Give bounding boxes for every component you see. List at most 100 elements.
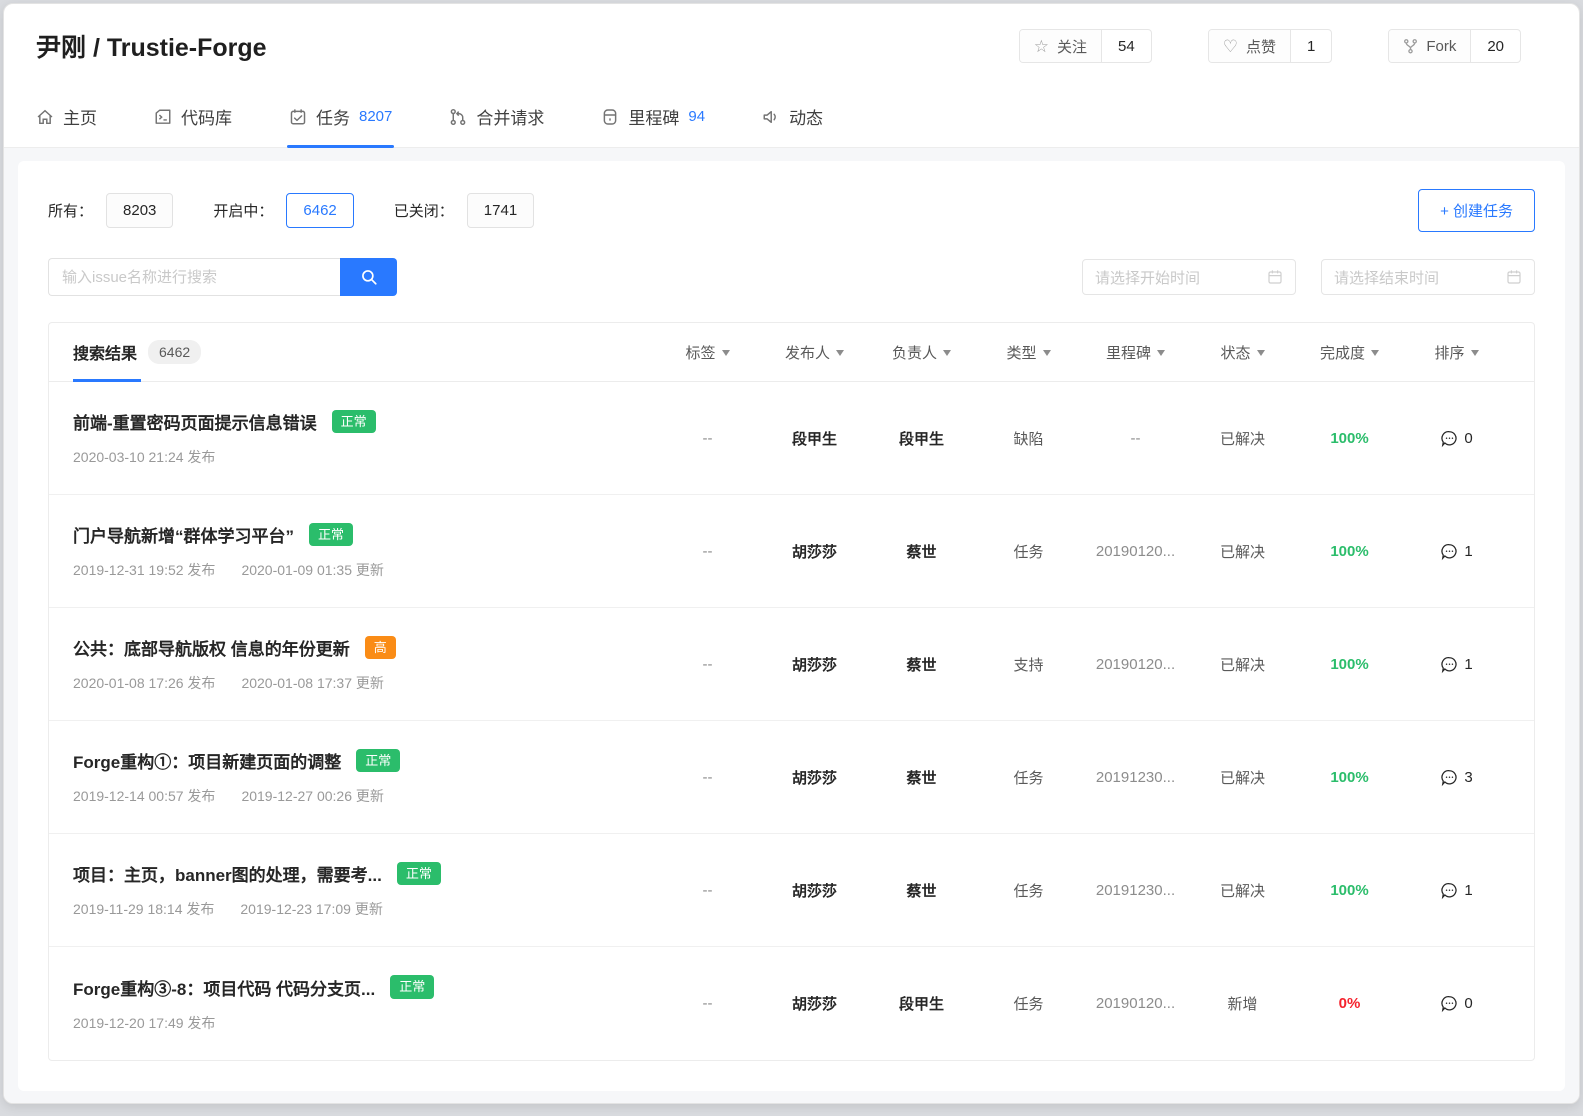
tab-repository[interactable]: 代码库 bbox=[154, 104, 232, 147]
create-task-button[interactable]: + 创建任务 bbox=[1418, 189, 1535, 232]
activity-icon bbox=[762, 108, 780, 126]
filter-open-count[interactable]: 6462 bbox=[286, 193, 353, 228]
column-headers: 标签 发布人 负责人 类型 里程碑 状态 完成度 排序 bbox=[654, 342, 1510, 363]
caret-down-icon bbox=[1043, 350, 1051, 356]
project-card: 尹刚 / Trustie-Forge ☆ 关注 54 ♡ 点赞 1 bbox=[3, 3, 1580, 1104]
cell-comments[interactable]: 1 bbox=[1403, 541, 1510, 562]
cell-publisher[interactable]: 胡莎莎 bbox=[761, 541, 868, 562]
tab-merge-requests-label: 合并请求 bbox=[476, 104, 544, 129]
star-icon: ☆ bbox=[1034, 38, 1049, 55]
filter-all-count[interactable]: 8203 bbox=[106, 193, 173, 228]
cell-assignee[interactable]: 蔡世 bbox=[868, 767, 975, 788]
column-status[interactable]: 状态 bbox=[1189, 342, 1296, 363]
page-title: 尹刚 / Trustie-Forge bbox=[36, 28, 267, 64]
column-tag[interactable]: 标签 bbox=[654, 342, 761, 363]
table-row: 项目：主页，banner图的处理，需要考... 正常 2019-11-29 18… bbox=[49, 834, 1534, 947]
start-date-picker[interactable]: 请选择开始时间 bbox=[1082, 259, 1296, 295]
cell-assignee[interactable]: 蔡世 bbox=[868, 880, 975, 901]
repo-icon bbox=[154, 108, 172, 126]
cell-tag: -- bbox=[654, 654, 761, 675]
cell-publisher[interactable]: 胡莎莎 bbox=[761, 654, 868, 675]
tab-tasks[interactable]: 任务 8207 bbox=[289, 104, 392, 147]
watch-label: 关注 bbox=[1057, 36, 1087, 57]
table-row: Forge重构①：项目新建页面的调整 正常 2019-12-14 00:57 发… bbox=[49, 721, 1534, 834]
like-count[interactable]: 1 bbox=[1290, 30, 1331, 62]
tab-repository-label: 代码库 bbox=[181, 104, 232, 129]
column-assignee[interactable]: 负责人 bbox=[868, 342, 975, 363]
cell-status: 新增 bbox=[1189, 993, 1296, 1014]
cell-assignee[interactable]: 段甲生 bbox=[868, 993, 975, 1014]
watch-count[interactable]: 54 bbox=[1101, 30, 1151, 62]
calendar-icon bbox=[1506, 269, 1522, 285]
column-progress[interactable]: 完成度 bbox=[1296, 342, 1403, 363]
cell-milestone: 20190120... bbox=[1082, 993, 1189, 1014]
cell-comments[interactable]: 1 bbox=[1403, 880, 1510, 901]
cell-tag: -- bbox=[654, 993, 761, 1014]
status-badge: 高 bbox=[365, 636, 396, 660]
published-date: 2019-12-20 17:49 发布 bbox=[73, 1013, 215, 1033]
cell-milestone: 20190120... bbox=[1082, 654, 1189, 675]
tab-milestones-label: 里程碑 bbox=[628, 104, 679, 129]
table-row: Forge重构③-8：项目代码 代码分支页... 正常 2019-12-20 1… bbox=[49, 947, 1534, 1060]
cell-assignee[interactable]: 蔡世 bbox=[868, 541, 975, 562]
cell-comments[interactable]: 3 bbox=[1403, 767, 1510, 788]
watch-label-segment[interactable]: ☆ 关注 bbox=[1020, 30, 1101, 62]
cell-publisher[interactable]: 段甲生 bbox=[761, 428, 868, 449]
issue-title[interactable]: 项目：主页，banner图的处理，需要考... bbox=[73, 861, 382, 886]
issue-title[interactable]: Forge重构①：项目新建页面的调整 bbox=[73, 748, 341, 773]
tab-activity[interactable]: 动态 bbox=[762, 104, 823, 147]
cell-milestone: 20191230... bbox=[1082, 880, 1189, 901]
column-publisher[interactable]: 发布人 bbox=[761, 342, 868, 363]
tab-home-label: 主页 bbox=[63, 104, 97, 129]
search-button[interactable] bbox=[340, 258, 397, 296]
comment-count: 1 bbox=[1464, 656, 1472, 673]
end-date-picker[interactable]: 请选择结束时间 bbox=[1321, 259, 1535, 295]
column-milestone[interactable]: 里程碑 bbox=[1082, 342, 1189, 363]
cell-publisher[interactable]: 胡莎莎 bbox=[761, 993, 868, 1014]
issue-title[interactable]: 门户导航新增“群体学习平台” bbox=[73, 522, 294, 547]
cell-comments[interactable]: 0 bbox=[1403, 428, 1510, 449]
fork-button[interactable]: Fork 20 bbox=[1388, 29, 1521, 63]
comment-icon bbox=[1440, 881, 1459, 900]
fork-count[interactable]: 20 bbox=[1470, 30, 1520, 62]
published-date: 2019-12-31 19:52 发布 bbox=[73, 560, 215, 580]
issue-title[interactable]: 公共：底部导航版权 信息的年份更新 bbox=[73, 635, 350, 660]
like-label-segment[interactable]: ♡ 点赞 bbox=[1209, 30, 1290, 62]
cell-type: 任务 bbox=[975, 541, 1082, 562]
tab-tasks-label: 任务 bbox=[316, 104, 350, 129]
tab-home[interactable]: 主页 bbox=[36, 104, 97, 147]
updated-date: 2020-01-09 01:35 更新 bbox=[241, 560, 383, 580]
cell-comments[interactable]: 0 bbox=[1403, 993, 1510, 1014]
issue-title[interactable]: 前端-重置密码页面提示信息错误 bbox=[73, 409, 317, 434]
caret-down-icon bbox=[1157, 350, 1165, 356]
watch-button[interactable]: ☆ 关注 54 bbox=[1019, 29, 1152, 63]
filter-closed-count[interactable]: 1741 bbox=[467, 193, 534, 228]
caret-down-icon bbox=[836, 350, 844, 356]
heart-icon: ♡ bbox=[1223, 38, 1238, 55]
comment-count: 1 bbox=[1464, 543, 1472, 560]
comment-icon bbox=[1440, 655, 1459, 674]
cell-milestone: 20190120... bbox=[1082, 541, 1189, 562]
column-type[interactable]: 类型 bbox=[975, 342, 1082, 363]
page-header: 尹刚 / Trustie-Forge ☆ 关注 54 ♡ 点赞 1 bbox=[4, 4, 1579, 64]
column-sort[interactable]: 排序 bbox=[1403, 342, 1510, 363]
search-results-tab[interactable]: 搜索结果 6462 bbox=[73, 323, 201, 381]
cell-comments[interactable]: 1 bbox=[1403, 654, 1510, 675]
status-badge: 正常 bbox=[309, 523, 353, 547]
tab-milestones[interactable]: 里程碑 94 bbox=[601, 104, 705, 147]
fork-label-segment[interactable]: Fork bbox=[1389, 30, 1470, 62]
issue-title[interactable]: Forge重构③-8：项目代码 代码分支页... bbox=[73, 975, 375, 1000]
filter-closed-label: 已关闭： bbox=[394, 200, 454, 221]
updated-date: 2019-12-27 00:26 更新 bbox=[241, 786, 383, 806]
cell-status: 已解决 bbox=[1189, 428, 1296, 449]
cell-assignee[interactable]: 蔡世 bbox=[868, 654, 975, 675]
cell-assignee[interactable]: 段甲生 bbox=[868, 428, 975, 449]
comment-icon bbox=[1440, 429, 1459, 448]
header-actions: ☆ 关注 54 ♡ 点赞 1 Fork bbox=[1019, 29, 1521, 63]
cell-publisher[interactable]: 胡莎莎 bbox=[761, 767, 868, 788]
search-input[interactable] bbox=[48, 258, 340, 296]
tab-merge-requests[interactable]: 合并请求 bbox=[449, 104, 544, 147]
issue-dates: 2020-01-08 17:26 发布 2020-01-08 17:37 更新 bbox=[73, 673, 654, 693]
cell-publisher[interactable]: 胡莎莎 bbox=[761, 880, 868, 901]
like-button[interactable]: ♡ 点赞 1 bbox=[1208, 29, 1333, 63]
